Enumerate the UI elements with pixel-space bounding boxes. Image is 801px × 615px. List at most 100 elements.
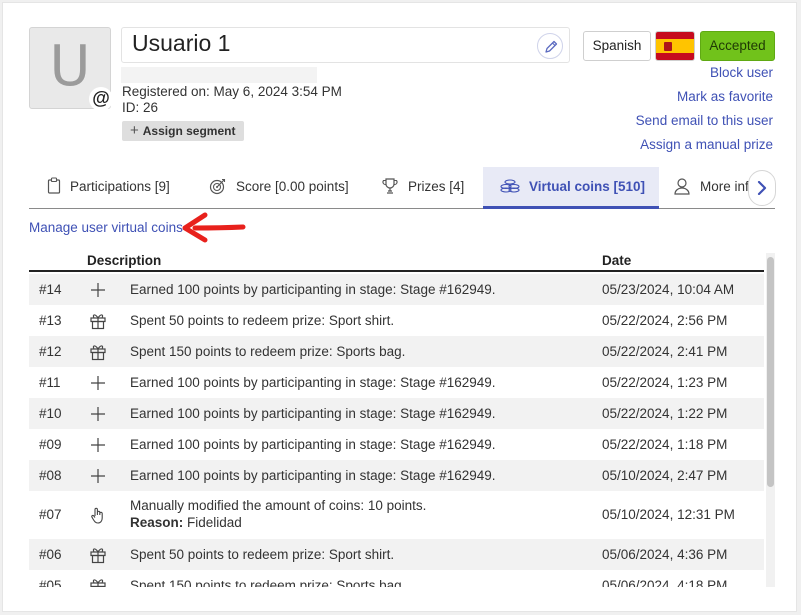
tab-participations[interactable]: Participations [9] [47, 167, 170, 209]
row-date: 05/22/2024, 1:22 PM [602, 406, 728, 421]
manual-modification-text: Manually modified the amount of coins: 1… [130, 498, 427, 513]
assign-segment-button[interactable]: + Assign segment [122, 121, 244, 141]
row-description: Spent 50 points to redeem prize: Sport s… [130, 313, 395, 328]
row-description: Earned 100 points by participanting in s… [130, 375, 496, 390]
table-body: #14 Earned 100 points by participanting … [29, 274, 764, 587]
registered-date: Registered on: May 6, 2024 3:54 PM [122, 84, 342, 99]
email-badge-icon: @ [89, 87, 113, 111]
tab-prizes[interactable]: Prizes [4] [381, 167, 464, 209]
gift-icon [90, 579, 106, 587]
mark-favorite-link[interactable]: Mark as favorite [636, 89, 773, 113]
row-description: Spent 150 points to redeem prize: Sports… [130, 578, 406, 587]
spain-flag-icon[interactable] [655, 31, 695, 61]
user-name: Usuario 1 [132, 30, 231, 56]
row-description: Earned 100 points by participanting in s… [130, 437, 496, 452]
row-number: #14 [39, 282, 62, 297]
tab-score[interactable]: Score [0.00 points] [209, 167, 349, 209]
tab-scroll-right-button[interactable] [748, 170, 776, 206]
row-number: #12 [39, 344, 62, 359]
table-row[interactable]: #12 Spent 150 points to redeem prize: Sp… [29, 336, 764, 367]
tab-more-info-label: More inf [700, 179, 749, 194]
virtual-coins-table: Description Date #14 Earned 100 points b… [29, 248, 764, 587]
user-name-field[interactable]: Usuario 1 [121, 27, 570, 63]
clipboard-icon [47, 177, 61, 195]
header-date: Date [602, 253, 632, 268]
plus-icon [91, 376, 105, 390]
tab-score-label: Score [0.00 points] [236, 179, 349, 194]
row-number: #05 [39, 578, 62, 587]
tab-bar: Participations [9] Score [0.00 points] P… [29, 167, 775, 209]
tab-virtual-coins[interactable]: Virtual coins [510] [483, 167, 659, 209]
language-button[interactable]: Spanish [583, 31, 651, 61]
person-icon [674, 178, 690, 195]
row-date: 05/10/2024, 2:47 PM [602, 468, 728, 483]
row-number: #06 [39, 547, 62, 562]
target-icon [209, 178, 226, 195]
plus-icon [91, 407, 105, 421]
gift-icon [90, 314, 106, 330]
manage-virtual-coins-link[interactable]: Manage user virtual coins [29, 220, 183, 235]
gift-icon [90, 345, 106, 361]
row-description: Manually modified the amount of coins: 1… [130, 497, 426, 531]
send-email-link[interactable]: Send email to this user [636, 113, 773, 137]
table-row[interactable]: #14 Earned 100 points by participanting … [29, 274, 764, 305]
coins-icon [500, 179, 520, 193]
reason-value: Fidelidad [187, 515, 242, 530]
status-accepted-button[interactable]: Accepted [700, 31, 775, 61]
plus-icon: + [130, 122, 139, 139]
table-row[interactable]: #07 Manually modified the amount of coin… [29, 491, 764, 539]
plus-icon [91, 469, 105, 483]
block-user-link[interactable]: Block user [636, 65, 773, 89]
tab-prizes-label: Prizes [4] [408, 179, 465, 194]
row-date: 05/23/2024, 10:04 AM [602, 282, 735, 297]
edit-name-button[interactable] [537, 33, 563, 59]
red-arrow-annotation-icon [182, 212, 246, 243]
tab-more-info[interactable]: More inf [673, 167, 749, 209]
row-date: 05/22/2024, 2:41 PM [602, 344, 728, 359]
row-number: #13 [39, 313, 62, 328]
plus-icon [91, 283, 105, 297]
row-date: 05/22/2024, 1:23 PM [602, 375, 728, 390]
chevron-right-icon [757, 181, 767, 195]
row-number: #09 [39, 437, 62, 452]
reason-line: Reason: Fidelidad [130, 514, 426, 531]
user-actions: Block user Mark as favorite Send email t… [636, 65, 773, 161]
row-description: Earned 100 points by participanting in s… [130, 406, 496, 421]
tab-participations-label: Participations [9] [70, 179, 170, 194]
row-description: Earned 100 points by participanting in s… [130, 282, 496, 297]
scrollbar-thumb[interactable] [767, 257, 774, 487]
plus-icon [91, 438, 105, 452]
row-date: 05/06/2024, 4:36 PM [602, 547, 728, 562]
assign-manual-prize-link[interactable]: Assign a manual prize [636, 137, 773, 161]
header-description: Description [87, 253, 162, 268]
hand-icon [91, 507, 103, 524]
table-row[interactable]: #08 Earned 100 points by participanting … [29, 460, 764, 491]
user-detail-panel: U @ Usuario 1 Registered on: May 6, 2024… [2, 2, 797, 612]
row-date: 05/06/2024, 4:18 PM [602, 578, 728, 587]
table-header: Description Date [29, 248, 764, 272]
name-placeholder-bar [121, 67, 317, 83]
table-row[interactable]: #05 Spent 150 points to redeem prize: Sp… [29, 570, 764, 587]
row-number: #08 [39, 468, 62, 483]
table-scrollbar[interactable] [766, 253, 775, 587]
row-number: #10 [39, 406, 62, 421]
tab-virtual-coins-label: Virtual coins [510] [529, 179, 646, 194]
gift-icon [90, 548, 106, 564]
row-description: Spent 150 points to redeem prize: Sports… [130, 344, 406, 359]
user-id: ID: 26 [122, 100, 159, 115]
row-number: #11 [39, 375, 61, 390]
table-row[interactable]: #06 Spent 50 points to redeem prize: Spo… [29, 539, 764, 570]
row-number: #07 [39, 507, 62, 522]
assign-segment-label: Assign segment [142, 124, 236, 138]
trophy-icon [382, 178, 398, 194]
row-date: 05/10/2024, 12:31 PM [602, 507, 735, 522]
row-date: 05/22/2024, 2:56 PM [602, 313, 728, 328]
table-row[interactable]: #10 Earned 100 points by participanting … [29, 398, 764, 429]
row-description: Earned 100 points by participanting in s… [130, 468, 496, 483]
reason-label: Reason: [130, 515, 184, 530]
table-row[interactable]: #09 Earned 100 points by participanting … [29, 429, 764, 460]
table-row[interactable]: #11 Earned 100 points by participanting … [29, 367, 764, 398]
row-date: 05/22/2024, 1:18 PM [602, 437, 728, 452]
table-row[interactable]: #13 Spent 50 points to redeem prize: Spo… [29, 305, 764, 336]
pencil-icon [545, 40, 558, 53]
